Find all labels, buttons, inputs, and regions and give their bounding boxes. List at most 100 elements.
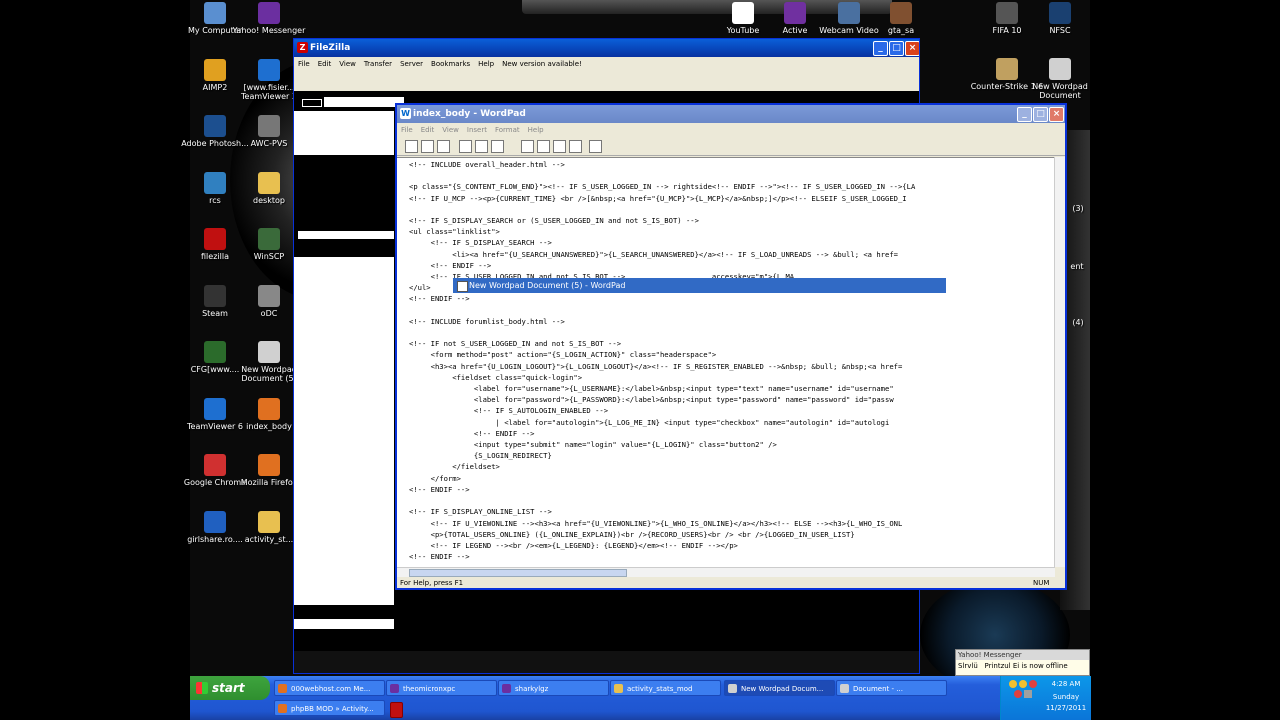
rcs-icon — [204, 171, 226, 194]
messenger-icon — [502, 684, 511, 693]
menu-item[interactable]: New version available! — [502, 60, 582, 68]
teamviewer-icon — [258, 58, 280, 81]
computer-icon — [204, 2, 226, 24]
tray-icon[interactable] — [1013, 690, 1022, 698]
print-icon[interactable] — [459, 140, 472, 153]
wordpad-statusbar: For Help, press F1 NUM — [397, 577, 1065, 588]
webcam-icon — [838, 2, 860, 24]
maximize-button[interactable]: □ — [889, 41, 904, 56]
notification-body: Slrvlü Printzul Ei is now offline — [958, 662, 1068, 670]
yahoo-icon — [258, 2, 280, 24]
status-text: For Help, press F1 — [400, 579, 464, 587]
shortcut-label: oDC — [260, 308, 278, 318]
menu-item[interactable]: View — [442, 126, 459, 134]
filezilla-icon: Z — [297, 42, 308, 53]
find-icon[interactable] — [491, 140, 504, 153]
taskbar-button-label: activity_stats_mod — [627, 685, 693, 693]
steam-icon — [204, 284, 226, 307]
menu-item[interactable]: Transfer — [364, 60, 392, 68]
menu-item[interactable]: File — [401, 126, 413, 134]
open-icon[interactable] — [421, 140, 434, 153]
scroll-thumb[interactable] — [409, 569, 627, 577]
copy-icon[interactable] — [537, 140, 550, 153]
menu-item[interactable]: File — [298, 60, 310, 68]
filezilla-titlebar[interactable]: Z FileZilla _ □ × — [294, 39, 919, 57]
wordpad-icon — [840, 684, 849, 693]
desktop-shortcut[interactable]: gta_sa — [858, 2, 944, 35]
minimize-button[interactable]: _ — [873, 41, 888, 56]
paste-icon[interactable] — [553, 140, 566, 153]
alt-tab-popup: New Wordpad Document (5) - WordPad — [453, 278, 946, 293]
wordpad-menubar: File Edit View Insert Format Help — [397, 123, 1065, 137]
menu-item[interactable]: View — [339, 60, 356, 68]
undo-icon[interactable] — [569, 140, 582, 153]
menu-item[interactable]: Insert — [467, 126, 487, 134]
wordpad-titlebar[interactable]: W index_body - WordPad _ □ × — [397, 105, 1065, 123]
wordpad-icon — [1049, 58, 1071, 80]
taskbar-button-label: Document - ... — [853, 685, 903, 693]
new-icon[interactable] — [405, 140, 418, 153]
print-preview-icon[interactable] — [475, 140, 488, 153]
taskbar-button[interactable]: activity_stats_mod — [610, 680, 721, 696]
start-button[interactable]: start — [190, 676, 270, 700]
menu-item[interactable]: Help — [528, 126, 544, 134]
vertical-scrollbar[interactable] — [1054, 157, 1065, 567]
menu-item[interactable]: Server — [400, 60, 423, 68]
document-icon — [732, 2, 754, 24]
taskbar-button[interactable]: phpBB MOD » Activity... — [274, 700, 385, 716]
firefox-icon — [258, 454, 280, 476]
nfsc-icon — [1049, 2, 1071, 24]
tray-icon[interactable] — [1019, 680, 1027, 688]
clock-date: 11/27/2011 — [1045, 704, 1087, 712]
taskbar-button-label: sharkylgz — [515, 685, 549, 693]
document-text[interactable]: <!-- INCLUDE overall_header.html --> <p … — [397, 158, 1055, 562]
desktop-shortcut[interactable]: NFSC — [1017, 2, 1103, 35]
taskbar-button-label: New Wordpad Docum... — [741, 685, 824, 693]
taskbar-button-label: phpBB MOD » Activity... — [291, 705, 374, 713]
wordpad-icon — [258, 341, 280, 363]
desktop-shortcut[interactable]: Yahoo! Messenger — [226, 2, 312, 35]
window-title: FileZilla — [310, 43, 351, 53]
filezilla-quicklaunch-icon[interactable] — [390, 702, 403, 718]
minimize-button[interactable]: _ — [1017, 107, 1032, 122]
filezilla-menubar: File Edit View Transfer Server Bookmarks Help N… — [294, 57, 919, 71]
taskbar-button[interactable]: New Wordpad Docum... — [724, 680, 835, 696]
cut-icon[interactable] — [521, 140, 534, 153]
menu-item[interactable]: Edit — [318, 60, 332, 68]
taskbar-button[interactable]: theomicronxpc — [386, 680, 497, 696]
save-icon[interactable] — [437, 140, 450, 153]
wordpad-window[interactable]: W index_body - WordPad _ □ × File Edit Vie… — [395, 103, 1067, 590]
partial-label: (3) — [1072, 204, 1084, 213]
shortcut-label: NFSC — [1049, 26, 1071, 35]
menu-item[interactable]: Bookmarks — [431, 60, 470, 68]
desktop-shortcut[interactable]: New Wordpad Document — [1017, 58, 1103, 100]
taskbar-button[interactable]: sharkylgz — [498, 680, 609, 696]
menu-item[interactable]: Help — [478, 60, 494, 68]
clock[interactable]: 4:28 AM Sunday 11/27/2011 — [1041, 680, 1091, 712]
shortcut-label: AIMP2 — [202, 82, 228, 92]
winscp-icon — [258, 228, 280, 250]
close-button[interactable]: × — [1049, 107, 1064, 122]
system-tray: 4:28 AM Sunday 11/27/2011 — [1000, 676, 1091, 720]
shortcut-label: Steam — [202, 308, 228, 318]
maximize-button[interactable]: □ — [1033, 107, 1048, 122]
folder-icon — [258, 171, 280, 194]
shortcut-label: desktop — [253, 195, 285, 205]
tray-icon[interactable] — [1008, 680, 1017, 688]
taskbar-button[interactable]: 000webhost.com Me... — [274, 680, 385, 696]
shortcut-label: index_body — [246, 421, 292, 431]
close-button[interactable]: × — [905, 41, 919, 56]
tray-icon[interactable] — [1029, 680, 1038, 688]
wordpad-icon — [728, 684, 737, 693]
cs-icon — [996, 58, 1018, 80]
menu-item[interactable]: Edit — [421, 126, 435, 134]
gta-icon — [890, 2, 912, 24]
tray-icon[interactable] — [1024, 690, 1033, 698]
taskbar-button[interactable]: Document - ... — [836, 680, 947, 696]
notification-title: Yahoo! Messenger — [956, 650, 1089, 660]
menu-item[interactable]: Format — [495, 126, 520, 134]
datetime-icon[interactable] — [589, 140, 602, 153]
messenger-notification[interactable]: Yahoo! Messenger Slrvlü Printzul Ei is n… — [955, 649, 1090, 676]
wordpad-document[interactable]: <!-- INCLUDE overall_header.html --> <p … — [397, 157, 1055, 568]
host-input[interactable] — [324, 97, 404, 107]
